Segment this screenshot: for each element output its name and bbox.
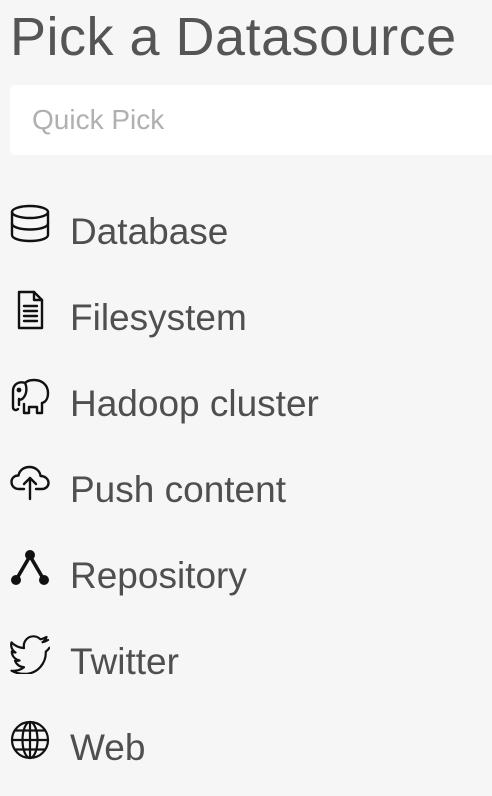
quick-pick-input[interactable] <box>10 85 492 155</box>
datasource-label: Filesystem <box>70 297 247 338</box>
cloud-upload-icon <box>10 462 50 502</box>
datasource-item-repository[interactable]: Repository <box>0 534 480 620</box>
datasource-label: Web <box>70 727 146 768</box>
datasource-item-web[interactable]: Web <box>0 706 480 792</box>
datasource-item-push-content[interactable]: Push content <box>0 448 480 534</box>
datasource-label: Repository <box>70 555 247 596</box>
datasource-item-filesystem[interactable]: Filesystem <box>0 276 480 362</box>
page-title: Pick a Datasource <box>10 7 457 67</box>
globe-icon <box>10 720 50 760</box>
file-icon <box>10 290 50 330</box>
datasource-label: Twitter <box>70 641 179 682</box>
database-icon <box>10 204 50 244</box>
datasource-label: Push content <box>70 469 286 510</box>
datasource-label: Hadoop cluster <box>70 383 319 424</box>
datasource-label: Database <box>70 211 229 252</box>
repository-icon <box>10 548 50 588</box>
elephant-icon <box>10 376 50 416</box>
datasource-item-database[interactable]: Database <box>0 190 480 276</box>
datasource-item-hadoop-cluster[interactable]: Hadoop cluster <box>0 362 480 448</box>
quick-pick-search-box[interactable] <box>10 85 492 155</box>
twitter-bird-icon <box>10 634 50 674</box>
datasource-item-twitter[interactable]: Twitter <box>0 620 480 706</box>
datasource-list: Database Filesystem Hadoop cluster Push … <box>0 190 480 792</box>
